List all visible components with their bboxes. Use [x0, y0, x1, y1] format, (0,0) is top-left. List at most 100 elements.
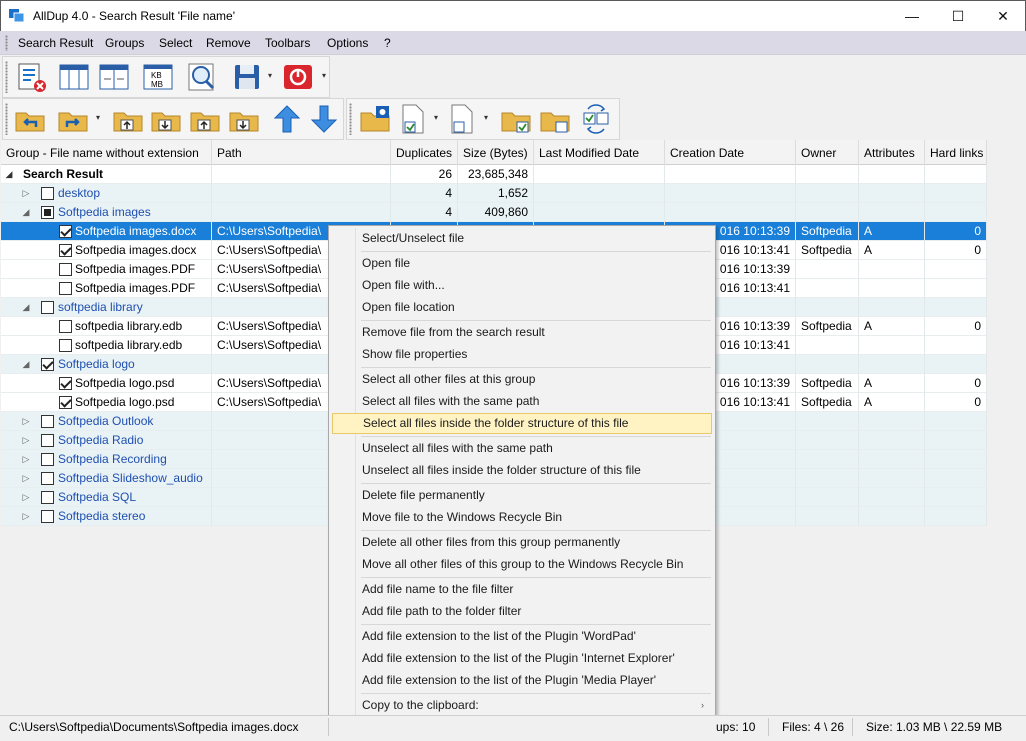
menu-remove[interactable]: Remove [206, 36, 251, 50]
expand-arrow-icon[interactable]: ▷ [21, 450, 31, 469]
col-header-modified[interactable]: Last Modified Date [534, 140, 665, 165]
toolbar-grip[interactable] [5, 61, 8, 93]
expand-arrow-icon[interactable]: ▷ [21, 412, 31, 431]
group-checkbox[interactable] [41, 358, 54, 371]
stop-dropdown-arrow[interactable]: ▾ [319, 71, 329, 83]
file-checkbox[interactable] [59, 396, 72, 409]
col-header-size[interactable]: Size (Bytes) [458, 140, 534, 165]
context-menu-item[interactable]: Copy to the clipboard: › [332, 695, 712, 716]
file-checkbox[interactable] [59, 263, 72, 276]
group-checkbox[interactable] [41, 472, 54, 485]
menu-groups[interactable]: Groups [105, 36, 144, 50]
folder-checked-button[interactable] [498, 102, 534, 136]
context-menu-item[interactable]: Open file location [332, 297, 712, 318]
folder-down-button[interactable] [148, 102, 184, 136]
expand-arrow-icon[interactable]: ▷ [21, 488, 31, 507]
context-menu-item[interactable]: Remove file from the search result [332, 322, 712, 343]
save-dropdown-arrow[interactable]: ▾ [265, 71, 275, 83]
context-menu-item[interactable]: Show file properties [332, 344, 712, 365]
group-checkbox[interactable] [41, 206, 54, 219]
col-header-hard-links[interactable]: Hard links [925, 140, 987, 165]
expand-arrow-icon[interactable]: ▷ [21, 184, 31, 203]
context-menu-item[interactable]: Unselect all files inside the folder str… [332, 460, 712, 481]
toolbar-grip[interactable] [349, 103, 352, 135]
split-view-button[interactable] [96, 60, 132, 94]
col-header-group[interactable]: Group - File name without extension [1, 140, 212, 165]
toolbar-grip[interactable] [5, 103, 8, 135]
move-up-button[interactable] [269, 102, 305, 136]
column-view-button[interactable] [56, 60, 92, 94]
file-unchecked-button[interactable] [444, 102, 480, 136]
folder-up-small-button[interactable] [187, 102, 223, 136]
clear-results-button[interactable] [13, 60, 49, 94]
context-menu-item[interactable]: Open file with... [332, 275, 712, 296]
redo-button[interactable] [55, 102, 91, 136]
group-checkbox[interactable] [41, 415, 54, 428]
menu-options[interactable]: Options [327, 36, 368, 50]
context-menu-item[interactable]: Delete file permanently [332, 485, 712, 506]
undo-button[interactable] [12, 102, 48, 136]
folder-unchecked-button[interactable] [537, 102, 573, 136]
context-menu-item[interactable]: Add file path to the folder filter [332, 601, 712, 622]
file-checked-dropdown-arrow[interactable]: ▾ [431, 113, 441, 125]
group-checkbox[interactable] [41, 187, 54, 200]
file-checkbox[interactable] [59, 244, 72, 257]
group-checkbox[interactable] [41, 491, 54, 504]
col-header-duplicates[interactable]: Duplicates [391, 140, 458, 165]
move-down-button[interactable] [306, 102, 342, 136]
file-checkbox[interactable] [59, 339, 72, 352]
file-checkbox[interactable] [59, 282, 72, 295]
group-checkbox[interactable] [41, 301, 54, 314]
col-header-attributes[interactable]: Attributes [859, 140, 925, 165]
context-menu-item[interactable]: Unselect all files with the same path [332, 438, 712, 459]
context-menu-item[interactable]: Add file extension to the list of the Pl… [332, 626, 712, 647]
expand-arrow-icon[interactable]: ▷ [21, 431, 31, 450]
col-header-owner[interactable]: Owner [796, 140, 859, 165]
maximize-button[interactable]: ☐ [935, 1, 981, 31]
menu-search-result[interactable]: Search Result [18, 36, 93, 50]
col-header-created[interactable]: Creation Date [665, 140, 796, 165]
menubar-grip[interactable] [5, 35, 8, 51]
collapse-arrow-icon[interactable]: ◢ [4, 165, 14, 184]
collapse-arrow-icon[interactable]: ◢ [21, 355, 31, 374]
menu-select[interactable]: Select [159, 36, 192, 50]
size-units-button[interactable]: KB MB [140, 60, 176, 94]
context-menu-item[interactable]: Select/Unselect file [332, 228, 712, 249]
context-menu-item[interactable]: Delete all other files from this group p… [332, 532, 712, 553]
expand-arrow-icon[interactable]: ▷ [21, 469, 31, 488]
save-button[interactable] [229, 60, 265, 94]
preview-button[interactable] [184, 60, 220, 94]
group-row[interactable]: ▷ desktop 4 1,652 [1, 184, 987, 203]
root-row[interactable]: ◢ Search Result 26 23,685,348 [1, 165, 987, 184]
context-menu-item[interactable]: Open file [332, 253, 712, 274]
menu-help[interactable]: ? [384, 36, 391, 50]
col-header-path[interactable]: Path [212, 140, 391, 165]
file-checkbox[interactable] [59, 225, 72, 238]
collapse-arrow-icon[interactable]: ◢ [21, 203, 31, 222]
close-button[interactable]: ✕ [980, 1, 1026, 31]
file-checked-button[interactable] [395, 102, 431, 136]
group-checkbox[interactable] [41, 453, 54, 466]
stop-button[interactable] [280, 60, 316, 94]
redo-dropdown-arrow[interactable]: ▾ [93, 113, 103, 125]
group-checkbox[interactable] [41, 434, 54, 447]
expand-arrow-icon[interactable]: ▷ [21, 507, 31, 526]
folder-down-small-button[interactable] [226, 102, 262, 136]
context-menu-item[interactable]: Move file to the Windows Recycle Bin [332, 507, 712, 528]
group-row[interactable]: ◢ Softpedia images 4 409,860 [1, 203, 987, 222]
context-menu-item[interactable]: Select all files inside the folder struc… [332, 413, 712, 434]
folder-up-button[interactable] [110, 102, 146, 136]
context-menu-item[interactable]: Move all other files of this group to th… [332, 554, 712, 575]
context-menu-item[interactable]: Add file extension to the list of the Pl… [332, 648, 712, 669]
context-menu-item[interactable]: Add file name to the file filter [332, 579, 712, 600]
collapse-arrow-icon[interactable]: ◢ [21, 298, 31, 317]
file-unchecked-dropdown-arrow[interactable]: ▾ [481, 113, 491, 125]
menu-toolbars[interactable]: Toolbars [265, 36, 310, 50]
folder-settings-button[interactable] [357, 102, 393, 136]
file-checkbox[interactable] [59, 320, 72, 333]
context-menu-item[interactable]: Select all other files at this group [332, 369, 712, 390]
group-checkbox[interactable] [41, 510, 54, 523]
minimize-button[interactable]: — [889, 1, 935, 31]
context-menu-item[interactable]: Select all files with the same path [332, 391, 712, 412]
context-menu-item[interactable]: Add file extension to the list of the Pl… [332, 670, 712, 691]
